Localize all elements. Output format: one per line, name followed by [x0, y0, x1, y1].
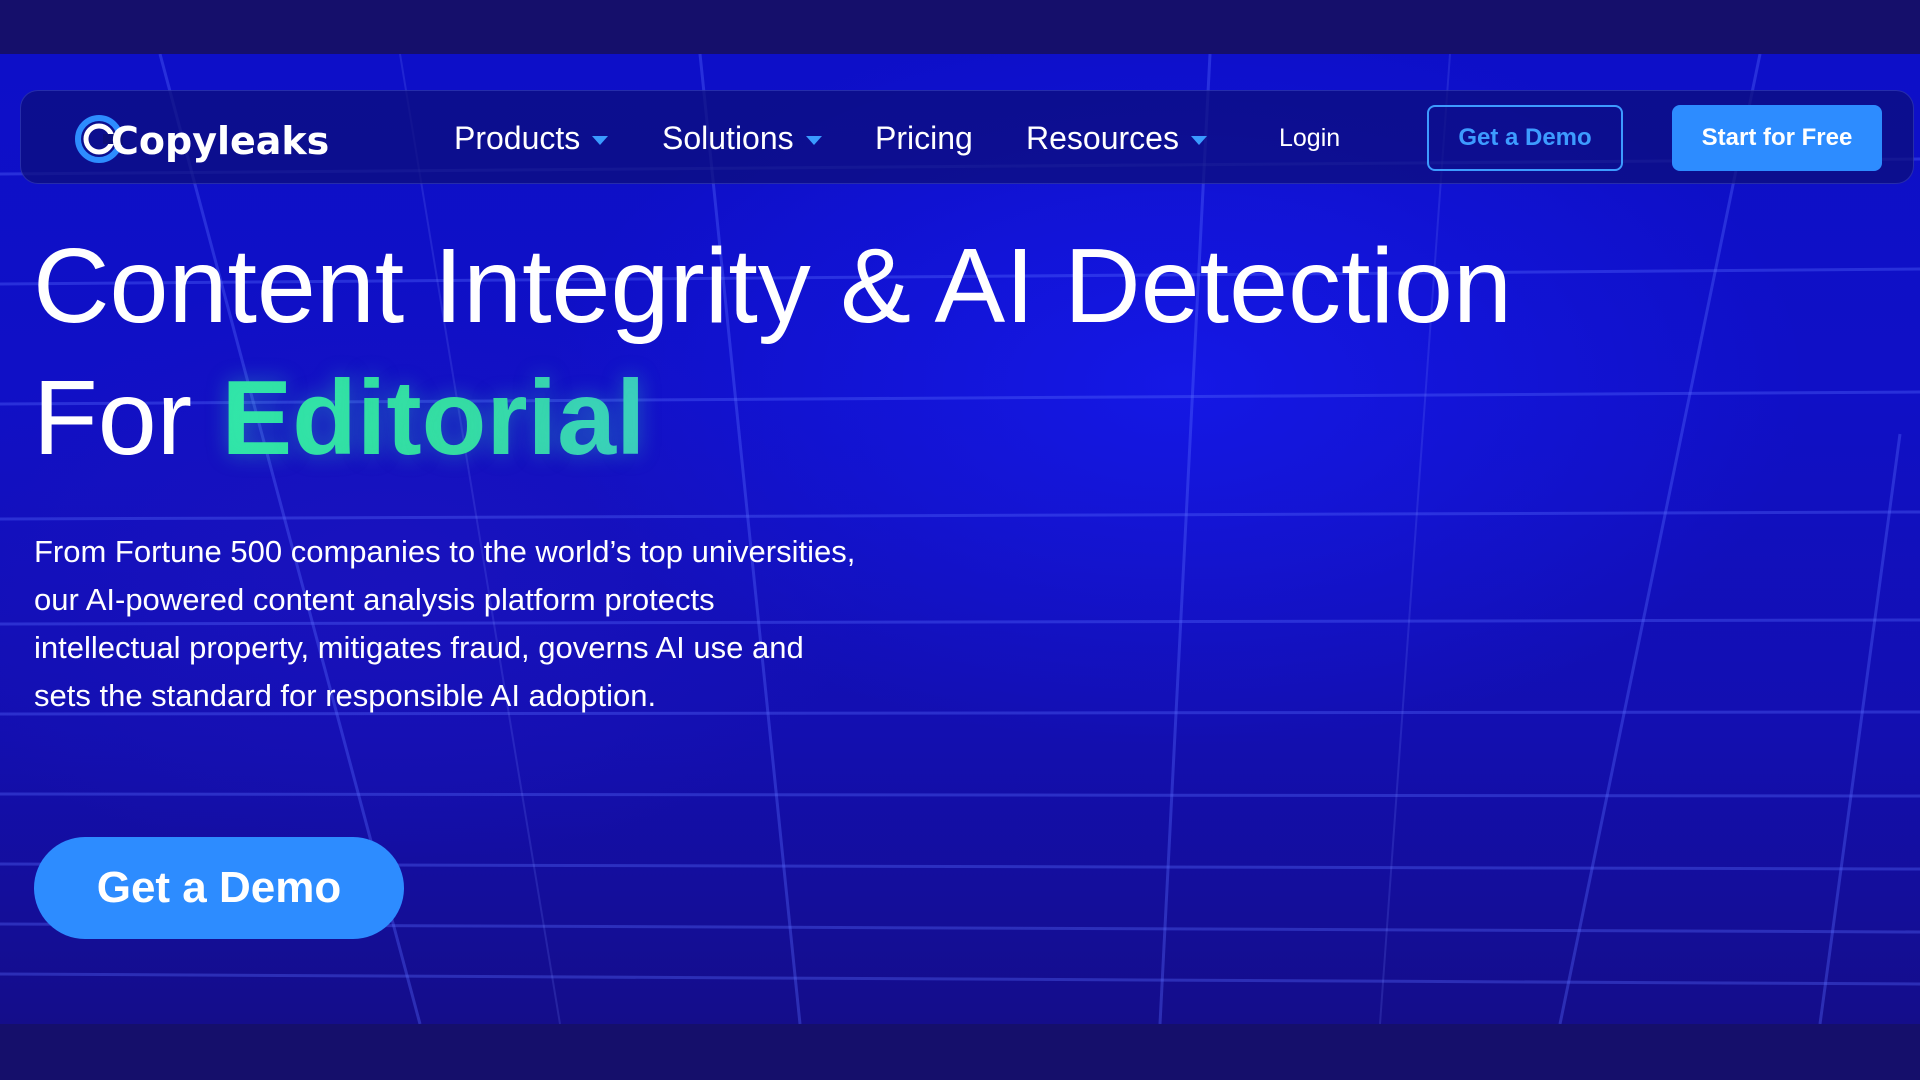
hero-title-prefix: For	[33, 359, 192, 477]
nav-item-resources[interactable]: Resources	[1026, 91, 1207, 185]
chevron-down-icon	[805, 135, 822, 145]
copyleaks-logo[interactable]: Copyleaks	[73, 109, 329, 169]
hero-title-accent: Editorial	[221, 359, 646, 477]
nav-item-solutions[interactable]: Solutions	[662, 91, 822, 185]
hero-description: From Fortune 500 companies to the world’…	[34, 534, 856, 713]
nav-item-label: Solutions	[662, 119, 794, 156]
hero-get-a-demo-button[interactable]: Get a Demo	[34, 837, 404, 939]
page: Copyleaks Products Solutions Pricing Res…	[0, 0, 1920, 1080]
hero-title: Content Integrity & AI Detection For Edi…	[33, 220, 1512, 484]
nav-item-label: Products	[454, 119, 581, 156]
nav-item-label: Resources	[1026, 119, 1179, 156]
get-a-demo-button[interactable]: Get a Demo	[1427, 105, 1623, 171]
nav-item-pricing[interactable]: Pricing	[875, 91, 973, 185]
chevron-down-icon	[1190, 135, 1207, 145]
hero-title-line1: Content Integrity & AI Detection	[33, 227, 1512, 345]
chevron-down-icon	[592, 135, 609, 145]
nav-item-products[interactable]: Products	[454, 91, 609, 185]
nav-item-label: Pricing	[875, 119, 973, 156]
start-for-free-button[interactable]: Start for Free	[1672, 105, 1882, 171]
login-link[interactable]: Login	[1279, 91, 1340, 185]
top-navigation-bar: Copyleaks Products Solutions Pricing Res…	[20, 90, 1914, 184]
logo-wordmark: Copyleaks	[111, 119, 330, 163]
